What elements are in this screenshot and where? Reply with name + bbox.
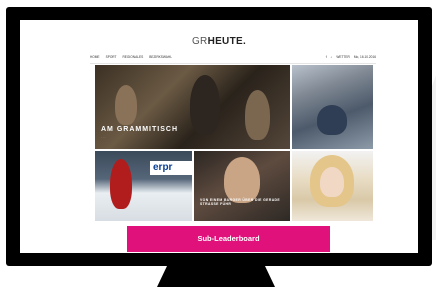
logo-main: HEUTE. [207, 36, 247, 47]
photo-player [110, 159, 132, 209]
photo-sign: erpr [150, 161, 192, 175]
photo-face [320, 167, 344, 197]
article-title: VON EINEM BURGER ÜBER DIE GERADE STRASSE… [200, 198, 281, 206]
nav-item-sport[interactable]: SPORT [106, 55, 117, 59]
sub-leaderboard-ad[interactable]: Sub-Leaderboard [127, 226, 330, 252]
nav-item-home[interactable]: HOME [90, 55, 100, 59]
logo-prefix: GR [191, 36, 208, 47]
weather-link[interactable]: WETTER [336, 55, 349, 59]
facebook-icon[interactable]: f [326, 55, 327, 59]
nav-item-bezirkswahl[interactable]: BEZIRKSWAHL [149, 55, 172, 59]
website-screen: GRHEUTE. HOME SPORT REGIONALES BEZIRKSWA… [20, 20, 418, 253]
photo-person [317, 105, 347, 135]
article-title: AM GRAMMITISCH... [101, 126, 178, 139]
nav-left: HOME SPORT REGIONALES BEZIRKSWAHL [90, 55, 172, 59]
date-label: Mo, 16.10.2016 [353, 55, 376, 59]
photo-person [190, 75, 220, 135]
article-tile-main[interactable]: AM GRAMMITISCH... [95, 65, 290, 149]
article-tile[interactable] [292, 151, 373, 221]
article-tile[interactable]: VON EINEM BURGER ÜBER DIE GERADE STRASSE… [194, 151, 290, 221]
monitor: GRHEUTE. HOME SPORT REGIONALES BEZIRKSWA… [6, 7, 432, 266]
article-tile[interactable] [292, 65, 373, 149]
nav-right: f ⌕ WETTER Mo, 16.10.2016 [326, 55, 376, 59]
site-logo[interactable]: GRHEUTE. [20, 36, 418, 47]
search-icon[interactable]: ⌕ [331, 55, 333, 59]
photo-person [224, 157, 260, 203]
nav-item-regionales[interactable]: REGIONALES [123, 55, 144, 59]
article-grid: AM GRAMMITISCH... erpr VON EINEM BURGER … [95, 65, 373, 221]
article-tile-hockey[interactable]: erpr [95, 151, 192, 221]
photo-person [115, 85, 137, 125]
monitor-stand [157, 266, 275, 287]
main-navigation: HOME SPORT REGIONALES BEZIRKSWAHL f ⌕ WE… [90, 53, 376, 64]
